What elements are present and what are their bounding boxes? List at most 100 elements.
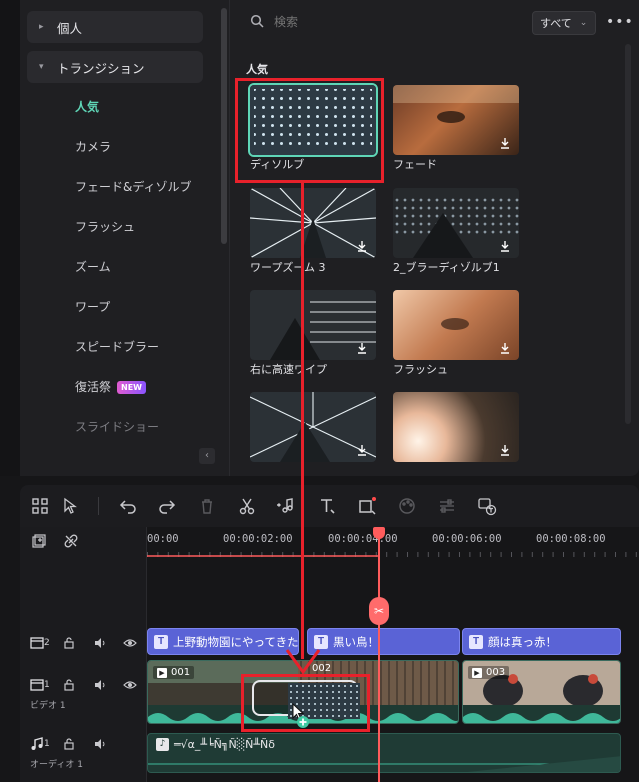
cut-icon[interactable] bbox=[237, 496, 257, 516]
sidebar-item-label: 復活祭 bbox=[75, 380, 112, 394]
sidebar-item-speed-blur[interactable]: スピードブラー bbox=[75, 337, 159, 357]
eye-icon[interactable] bbox=[123, 678, 137, 692]
lock-icon[interactable] bbox=[62, 636, 76, 650]
tile-label: ワープズーム 3 bbox=[250, 261, 326, 274]
download-icon[interactable] bbox=[499, 137, 511, 149]
collapse-sidebar-button[interactable]: ‹ bbox=[199, 448, 215, 464]
thumbnail bbox=[393, 392, 519, 462]
text-badge-icon: T bbox=[314, 634, 328, 649]
select-arrow-icon[interactable] bbox=[60, 496, 80, 516]
track-name: オーディオ 1 bbox=[30, 760, 83, 770]
track-header-column: 2 1 ビデオ 1 1 オーディオ 1 bbox=[20, 527, 147, 782]
video-clip[interactable]: ▶ 003 bbox=[462, 660, 621, 724]
thumbnail bbox=[393, 85, 519, 155]
speaker-icon[interactable] bbox=[93, 678, 107, 692]
sidebar-item-slideshow[interactable]: スライドショー bbox=[75, 417, 159, 437]
eye-icon[interactable] bbox=[123, 636, 137, 650]
category-transition[interactable]: ▾ トランジション bbox=[27, 51, 203, 83]
title-clip[interactable]: T 黒い鳥！ bbox=[307, 628, 460, 655]
music-note-icon: ♪ bbox=[156, 738, 169, 751]
audio-waveform bbox=[148, 756, 620, 772]
transition-tile-zoom-lines[interactable] bbox=[250, 392, 376, 462]
text-badge-icon: T bbox=[154, 634, 168, 649]
caret-right-icon: ▸ bbox=[39, 22, 44, 32]
sidebar-item-fade-dissolve[interactable]: フェード&ディゾルブ bbox=[75, 177, 192, 197]
content-scrollbar[interactable] bbox=[625, 44, 631, 424]
download-icon[interactable] bbox=[356, 444, 368, 456]
download-icon[interactable] bbox=[499, 444, 511, 456]
thumbnail bbox=[250, 290, 376, 360]
split-at-playhead-button[interactable]: ✂ bbox=[369, 597, 389, 625]
chevron-down-icon: ⌄ bbox=[579, 18, 588, 28]
track-number: 1 bbox=[44, 680, 50, 690]
ruler-label: 00:00:06:00 bbox=[432, 533, 502, 545]
ruler-label: 00:00:04:00 bbox=[328, 533, 398, 545]
title-track-icon bbox=[30, 637, 44, 649]
audio-clip[interactable]: ♪ ═√α_╨╘Ñ╗Ñ░Ñ╨Ñδ bbox=[147, 733, 621, 773]
transition-tile-light-leak[interactable] bbox=[393, 392, 519, 462]
add-track-icon[interactable] bbox=[32, 534, 46, 548]
tile-label: 右に高速ワイプ bbox=[250, 363, 327, 376]
title-clip[interactable]: T 顔は真っ赤！ bbox=[462, 628, 621, 655]
transition-tile-warp-zoom[interactable]: ワープズーム 3 bbox=[250, 188, 376, 275]
color-palette-icon[interactable] bbox=[397, 496, 417, 516]
clip-tag: ▶ 003 bbox=[468, 666, 510, 679]
sidebar-item-warp[interactable]: ワープ bbox=[75, 297, 110, 317]
crop-tool-icon[interactable] bbox=[357, 496, 377, 516]
link-icon[interactable] bbox=[64, 534, 78, 548]
annotation-box-source bbox=[235, 78, 384, 183]
text-tool-icon[interactable] bbox=[317, 496, 337, 516]
more-options-button[interactable]: ••• bbox=[606, 14, 634, 30]
thumbnail bbox=[250, 188, 376, 258]
undo-icon[interactable] bbox=[118, 496, 138, 516]
download-icon[interactable] bbox=[356, 342, 368, 354]
tile-label: フェード bbox=[393, 158, 437, 171]
toolbar-divider bbox=[98, 497, 99, 515]
track-name: ビデオ 1 bbox=[30, 701, 66, 711]
thumbnail bbox=[393, 188, 519, 258]
download-icon[interactable] bbox=[499, 342, 511, 354]
left-panel-strip bbox=[0, 0, 20, 476]
transition-tile-flash[interactable]: フラッシュ bbox=[393, 290, 519, 377]
delete-icon[interactable] bbox=[197, 496, 217, 516]
tile-label: フラッシュ bbox=[393, 363, 448, 376]
speaker-icon[interactable] bbox=[93, 737, 107, 751]
layout-grid-icon[interactable] bbox=[30, 496, 50, 516]
new-badge: NEW bbox=[117, 381, 146, 394]
annotation-arrowhead bbox=[285, 649, 321, 675]
category-label: トランジション bbox=[57, 60, 145, 76]
sidebar-item-camera[interactable]: カメラ bbox=[75, 137, 111, 157]
clip-tag: ▶ 001 bbox=[153, 666, 195, 679]
speaker-icon[interactable] bbox=[93, 636, 107, 650]
track-number: 2 bbox=[44, 638, 50, 648]
redo-icon[interactable] bbox=[157, 496, 177, 516]
filter-dropdown[interactable]: すべて ⌄ bbox=[532, 11, 596, 35]
ruler-label: 00:00 bbox=[147, 533, 179, 545]
clip-number: 003 bbox=[486, 667, 506, 678]
sidebar-item-zoom[interactable]: ズーム bbox=[75, 257, 111, 277]
transition-tile-fast-wipe-right[interactable]: 右に高速ワイプ bbox=[250, 290, 376, 377]
clip-label: 黒い鳥！ bbox=[333, 634, 379, 649]
title-clip[interactable]: T 上野動物園にやってきた！ bbox=[147, 628, 299, 655]
transition-tile-fade[interactable]: フェード bbox=[393, 85, 519, 172]
speech-to-text-icon[interactable] bbox=[477, 496, 497, 516]
adjust-sliders-icon[interactable] bbox=[437, 496, 457, 516]
sidebar-item-flash[interactable]: フラッシュ bbox=[75, 217, 135, 237]
download-icon[interactable] bbox=[499, 240, 511, 252]
download-icon[interactable] bbox=[356, 240, 368, 252]
sidebar-scrollbar[interactable] bbox=[221, 8, 227, 244]
category-label: 個人 bbox=[57, 20, 83, 36]
sidebar-item-easter[interactable]: 復活祭 NEW bbox=[75, 377, 146, 397]
sidebar-item-popular[interactable]: 人気 bbox=[75, 97, 99, 117]
audio-edit-icon[interactable] bbox=[276, 496, 296, 516]
lock-icon[interactable] bbox=[62, 678, 76, 692]
category-personal[interactable]: ▸ 個人 bbox=[27, 11, 203, 43]
playhead-line[interactable] bbox=[378, 530, 380, 782]
play-icon: ▶ bbox=[472, 667, 482, 678]
clip-label: 顔は真っ赤！ bbox=[488, 634, 557, 649]
playhead-handle[interactable] bbox=[373, 527, 385, 539]
search-input[interactable] bbox=[274, 12, 474, 32]
time-ruler[interactable]: 00:00 00:00:02:00 00:00:04:00 00:00:06:0… bbox=[147, 527, 639, 557]
lock-icon[interactable] bbox=[62, 737, 76, 751]
transition-tile-blur-dissolve[interactable]: 2_ブラーディゾルブ1 bbox=[393, 188, 519, 275]
